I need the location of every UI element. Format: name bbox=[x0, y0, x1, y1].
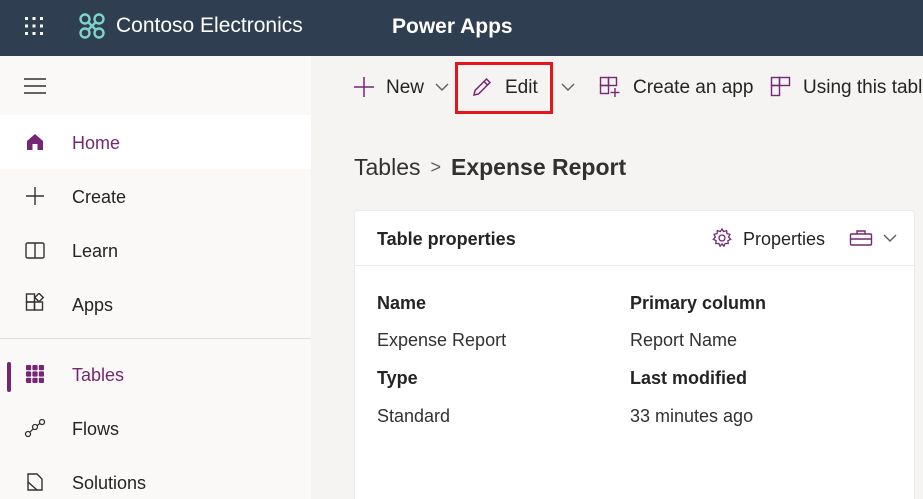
solutions-icon bbox=[27, 473, 43, 491]
command-separator bbox=[552, 70, 553, 104]
plus-icon bbox=[354, 77, 374, 97]
table-grid-icon bbox=[26, 365, 44, 383]
edit-label: Edit bbox=[505, 77, 538, 98]
sidebar-item-label: Flows bbox=[72, 419, 120, 439]
tools-menu-button[interactable] bbox=[849, 227, 903, 251]
name-value: Expense Report bbox=[377, 330, 507, 350]
app-name[interactable]: Power Apps bbox=[392, 14, 513, 40]
sidebar-item-learn[interactable]: Learn bbox=[0, 223, 311, 277]
name-label: Name bbox=[377, 293, 427, 313]
properties-button[interactable]: Properties bbox=[711, 225, 831, 253]
sidebar-item-solutions[interactable]: Solutions bbox=[0, 455, 311, 499]
toolbox-icon bbox=[849, 230, 873, 246]
new-chevron-down-icon[interactable] bbox=[435, 82, 449, 92]
sidebar-item-label: Home bbox=[72, 133, 121, 153]
command-bar: New Edit Create an app Using this table bbox=[311, 56, 923, 118]
breadcrumb: Tables > Expense Report bbox=[354, 153, 626, 183]
flows-icon bbox=[24, 418, 46, 438]
top-header: Contoso Electronics Power Apps bbox=[0, 0, 923, 56]
create-app-icon bbox=[599, 76, 620, 97]
breadcrumb-current: Expense Report bbox=[451, 154, 627, 180]
breadcrumb-tables-link[interactable]: Tables bbox=[354, 154, 420, 180]
breadcrumb-separator: > bbox=[430, 157, 441, 177]
last-modified-label: Last modified bbox=[630, 368, 748, 388]
app-launcher-icon[interactable] bbox=[22, 14, 46, 38]
sidebar-item-label: Tables bbox=[72, 365, 125, 385]
sidebar-item-create[interactable]: Create bbox=[0, 169, 311, 223]
book-icon bbox=[25, 242, 45, 259]
pencil-icon bbox=[473, 77, 492, 96]
using-table-icon bbox=[770, 76, 791, 97]
sidebar-item-tables[interactable]: Tables bbox=[0, 347, 311, 401]
type-value: Standard bbox=[377, 406, 451, 426]
card-header: Table properties Properties bbox=[355, 211, 916, 266]
create-an-app-button[interactable]: Create an app bbox=[599, 56, 754, 118]
new-button[interactable]: New bbox=[353, 56, 429, 118]
using-this-table-button[interactable]: Using this table bbox=[770, 56, 923, 118]
type-label: Type bbox=[377, 368, 418, 388]
sidebar-item-label: Create bbox=[72, 187, 127, 207]
last-modified-value: 33 minutes ago bbox=[630, 406, 754, 426]
contoso-logo-icon bbox=[79, 13, 105, 39]
chevron-down-icon bbox=[883, 234, 897, 242]
sidebar-item-label: Learn bbox=[72, 241, 119, 261]
apps-icon bbox=[25, 293, 45, 311]
edit-chevron-down-icon[interactable] bbox=[561, 82, 575, 92]
using-this-table-label: Using this table bbox=[803, 77, 923, 98]
edit-button[interactable]: Edit bbox=[471, 56, 541, 118]
create-an-app-label: Create an app bbox=[633, 77, 754, 98]
sidebar-item-label: Solutions bbox=[72, 473, 147, 493]
sidebar-item-apps[interactable]: Apps bbox=[0, 277, 311, 331]
left-navigation: Home Create Learn Apps Tables Flows Solu… bbox=[0, 56, 311, 499]
brand-name[interactable]: Contoso Electronics bbox=[116, 13, 303, 39]
table-properties-card: Table properties Properties Name Expense… bbox=[354, 210, 916, 499]
sidebar-item-home[interactable]: Home bbox=[0, 115, 311, 169]
nav-divider bbox=[0, 338, 311, 339]
hamburger-menu-icon[interactable] bbox=[24, 78, 46, 94]
properties-label: Properties bbox=[743, 229, 826, 249]
plus-icon bbox=[26, 187, 44, 205]
card-title: Table properties bbox=[377, 229, 516, 249]
sidebar-item-flows[interactable]: Flows bbox=[0, 401, 311, 455]
new-label: New bbox=[386, 77, 425, 98]
home-icon bbox=[27, 134, 43, 150]
gear-icon bbox=[712, 227, 732, 248]
primary-column-label: Primary column bbox=[630, 293, 767, 313]
primary-column-value: Report Name bbox=[630, 330, 738, 350]
sidebar-item-label: Apps bbox=[72, 295, 114, 315]
